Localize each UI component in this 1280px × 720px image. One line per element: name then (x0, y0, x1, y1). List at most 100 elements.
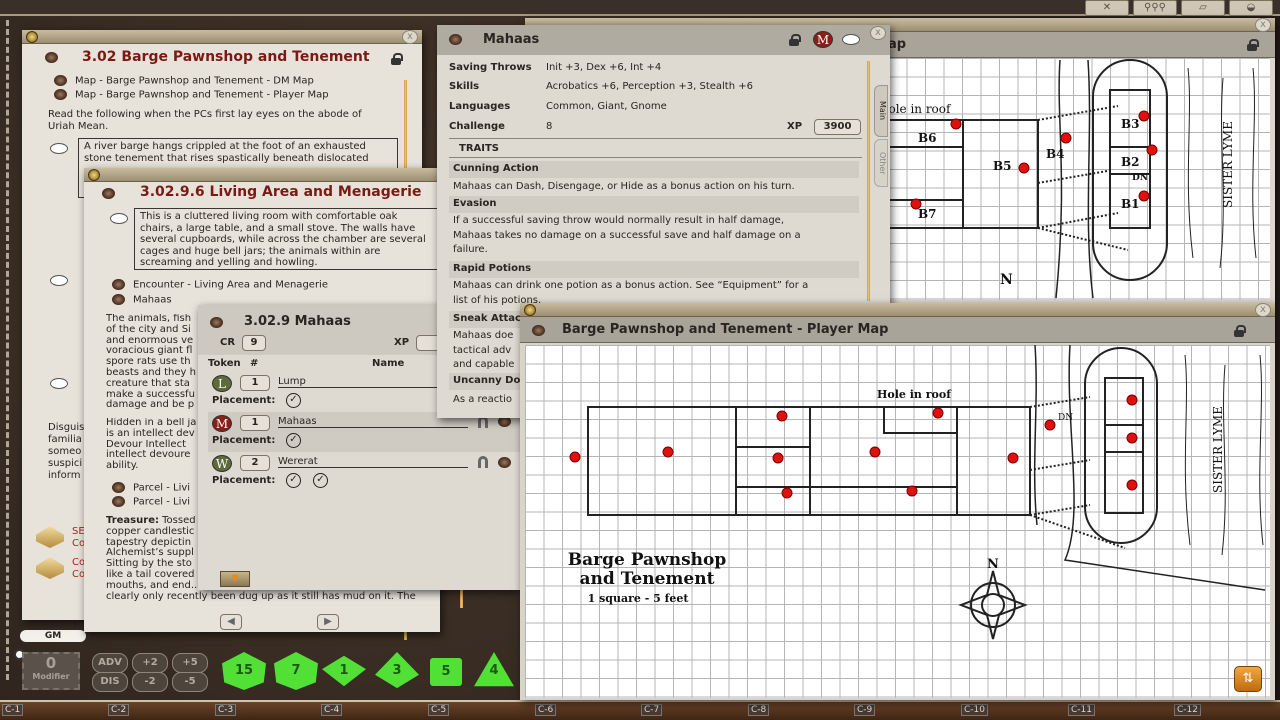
player-map-canvas[interactable]: Hole in roof DN N SISTER LYME Barge Pawn… (525, 345, 1270, 698)
lock-icon[interactable] (789, 34, 799, 45)
close-icon[interactable]: x (1255, 18, 1271, 32)
treasure-image-icon[interactable] (36, 526, 64, 548)
map-pin[interactable] (870, 447, 880, 457)
tools-icon[interactable]: ✕ (1085, 0, 1129, 16)
close-icon[interactable]: x (1255, 303, 1271, 317)
close-icon[interactable]: x (870, 26, 886, 40)
map-pin[interactable] (1045, 420, 1055, 430)
link-icon[interactable] (498, 457, 511, 468)
item-icon[interactable]: ◒ (1229, 0, 1273, 16)
speech-bubble-icon[interactable] (110, 213, 128, 224)
treasure-image-icon[interactable] (36, 557, 64, 579)
map-pin[interactable] (1061, 133, 1071, 143)
d4-icon[interactable]: 4 (474, 652, 514, 690)
gm-identity-label[interactable]: GM (20, 630, 86, 642)
map-pin[interactable] (1139, 191, 1149, 201)
hotkey-slot[interactable]: C-6 (535, 704, 556, 716)
window-drag-bar[interactable] (84, 168, 440, 182)
map-pin[interactable] (911, 199, 921, 209)
map-pin[interactable] (1008, 453, 1018, 463)
plus-2-button[interactable]: +2 (132, 653, 168, 673)
count-field[interactable]: 2 (240, 455, 270, 471)
count-field[interactable]: 1 (240, 415, 270, 431)
npc-token[interactable]: M (813, 31, 833, 48)
link-parcel[interactable]: Parcel - Livi (112, 496, 198, 508)
lock-icon[interactable] (391, 53, 401, 64)
d20-icon[interactable]: 15 (222, 652, 266, 690)
scrollbar[interactable] (867, 61, 870, 301)
link-parcel[interactable]: Parcel - Livi (112, 482, 198, 494)
speech-bubble-icon[interactable] (50, 143, 68, 154)
placement-check-icon[interactable]: ✓ (286, 473, 301, 488)
window-drag-bar[interactable]: x (520, 303, 1275, 317)
deploy-tokens-button[interactable]: ▼ (220, 571, 250, 587)
tab-other[interactable]: Other (874, 139, 888, 187)
speech-bubble-icon[interactable] (50, 275, 68, 286)
modifier-box[interactable]: 0 Modifier (22, 652, 80, 690)
map-tools-button[interactable]: ⇅ (1234, 666, 1262, 692)
close-icon[interactable]: x (402, 30, 418, 44)
prev-page-button[interactable]: ◀ (220, 614, 242, 630)
lock-icon[interactable] (1234, 325, 1244, 336)
name-field[interactable]: Wererat (278, 456, 468, 468)
minus-5-button[interactable]: -5 (172, 672, 208, 692)
token-icon[interactable]: M (212, 415, 232, 432)
map-icon[interactable]: ▱ (1181, 0, 1225, 16)
tab-main[interactable]: Main (874, 85, 888, 137)
adv-button[interactable]: ADV (92, 653, 128, 673)
party-icon[interactable]: ⚲⚲⚲ (1133, 0, 1177, 16)
next-page-button[interactable]: ▶ (317, 614, 339, 630)
map-pin[interactable] (777, 411, 787, 421)
story-link-player-map[interactable]: Map - Barge Pawnshop and Tenement - Play… (54, 89, 329, 101)
hotkey-slot[interactable]: C-4 (321, 704, 342, 716)
speech-bubble-icon[interactable] (842, 34, 860, 45)
dis-button[interactable]: DIS (92, 672, 128, 692)
map-pin[interactable] (951, 119, 961, 129)
link-mahaas[interactable]: Mahaas (112, 294, 172, 306)
speech-bubble-icon[interactable] (50, 378, 68, 389)
d12-icon[interactable]: 7 (274, 652, 318, 690)
hotkey-slot[interactable]: C-12 (1174, 704, 1201, 716)
hotkey-slot[interactable]: C-8 (748, 704, 769, 716)
d6-icon[interactable]: 5 (430, 658, 462, 686)
xp-field[interactable]: 3900 (814, 119, 861, 135)
npc-link-icon[interactable] (449, 34, 462, 45)
hotkey-slot[interactable]: C-7 (641, 704, 662, 716)
story-link-icon[interactable] (102, 188, 115, 199)
hotkey-slot[interactable]: C-3 (215, 704, 236, 716)
hotkey-slot[interactable]: C-1 (2, 704, 23, 716)
map-pin[interactable] (663, 447, 673, 457)
hotkey-slot[interactable]: C-11 (1068, 704, 1095, 716)
dm-map-canvas[interactable]: Hole in roof B6 B5 B7 B4 B3 B2 B1 DN N S… (888, 58, 1270, 300)
map-pin[interactable] (1127, 395, 1137, 405)
placement-check-icon[interactable]: ✓ (286, 433, 301, 448)
map-link-icon[interactable] (532, 325, 545, 336)
map-pin[interactable] (1127, 480, 1137, 490)
placement-check-icon[interactable]: ✓ (313, 473, 328, 488)
map-pin[interactable] (782, 488, 792, 498)
hotkey-slot[interactable]: C-5 (428, 704, 449, 716)
encounter-link-icon[interactable] (210, 317, 223, 328)
token-icon[interactable]: L (212, 375, 232, 392)
map-pin[interactable] (570, 452, 580, 462)
cr-field[interactable]: 9 (242, 335, 266, 351)
token-icon[interactable]: W (212, 455, 232, 472)
map-pin[interactable] (933, 408, 943, 418)
npc-titlebar[interactable]: Mahaas M x (437, 25, 890, 55)
map-pin[interactable] (1147, 145, 1157, 155)
count-field[interactable]: 1 (240, 375, 270, 391)
map-pin[interactable] (1139, 111, 1149, 121)
hotkey-slot[interactable]: C-10 (961, 704, 988, 716)
window-drag-bar[interactable]: x (22, 30, 422, 44)
hotkey-slot[interactable]: C-2 (108, 704, 129, 716)
map-pin[interactable] (1019, 163, 1029, 173)
lock-icon[interactable] (1247, 39, 1257, 50)
map-pin[interactable] (773, 453, 783, 463)
hotkey-slot[interactable]: C-9 (854, 704, 875, 716)
d10-icon[interactable]: 1 (322, 652, 366, 690)
minus-2-button[interactable]: -2 (132, 672, 168, 692)
story-link-icon[interactable] (45, 52, 58, 63)
d8-icon[interactable]: 3 (375, 652, 419, 690)
placement-check-icon[interactable]: ✓ (286, 393, 301, 408)
plus-5-button[interactable]: +5 (172, 653, 208, 673)
